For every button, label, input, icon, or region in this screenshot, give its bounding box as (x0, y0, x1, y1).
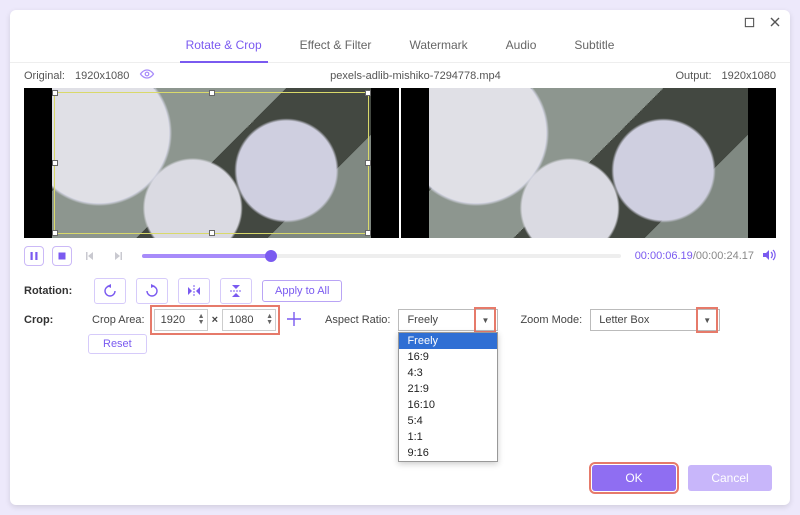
zoom-mode-select[interactable]: Letter Box ▼ (590, 309, 720, 331)
playback-controls: 00:00:06.19/00:00:24.17 (10, 238, 790, 270)
prev-frame-button[interactable] (80, 246, 100, 266)
aspect-ratio-dropdown[interactable]: Freely16:94:321:916:105:41:19:16 (398, 332, 498, 462)
pause-button[interactable] (24, 246, 44, 266)
crop-height-input[interactable]: 1080 ▲▼ (222, 309, 276, 331)
aspect-ratio-caret[interactable]: ▼ (477, 310, 493, 330)
aspect-option[interactable]: 4:3 (399, 365, 497, 381)
seek-slider[interactable] (142, 254, 621, 258)
crop-handle-bm[interactable] (209, 230, 215, 236)
original-resolution: 1920x1080 (75, 70, 129, 82)
preview-row (10, 88, 790, 238)
aspect-ratio-label: Aspect Ratio: (325, 314, 390, 326)
crop-handle-tr[interactable] (365, 90, 371, 96)
time-duration: 00:00:24.17 (696, 250, 754, 262)
maximize-button[interactable] (742, 15, 756, 29)
crop-handle-mr[interactable] (365, 160, 371, 166)
crop-multiply-icon: × (212, 314, 218, 326)
letterbox-right (371, 88, 399, 238)
close-button[interactable] (768, 15, 782, 29)
video-frame-right (401, 88, 776, 238)
cancel-button[interactable]: Cancel (688, 465, 772, 491)
crop-height-value: 1080 (229, 314, 253, 326)
apply-to-all-button[interactable]: Apply to All (262, 280, 342, 302)
crop-selection-box[interactable] (54, 92, 369, 234)
crop-label: Crop: (24, 314, 84, 326)
letterbox-right-out (748, 88, 776, 238)
zoom-mode-label: Zoom Mode: (520, 314, 582, 326)
crop-area-label: Crop Area: (92, 314, 145, 326)
stop-button[interactable] (52, 246, 72, 266)
crop-handle-br[interactable] (365, 230, 371, 236)
time-display: 00:00:06.19/00:00:24.17 (635, 250, 754, 262)
flip-vertical-button[interactable] (220, 278, 252, 304)
editor-window: Rotate & Crop Effect & Filter Watermark … (10, 10, 790, 505)
volume-icon[interactable] (762, 248, 776, 265)
original-label: Original: (24, 70, 65, 82)
titlebar (10, 10, 790, 34)
crop-row: Crop: Crop Area: 1920 ▲▼ × 1080 ▲▼ Aspec… (10, 306, 790, 334)
preview-original[interactable] (24, 88, 399, 238)
letterbox-left (24, 88, 52, 238)
aspect-option[interactable]: 16:10 (399, 397, 497, 413)
crop-handle-ml[interactable] (52, 160, 58, 166)
tab-bar: Rotate & Crop Effect & Filter Watermark … (10, 34, 790, 63)
info-bar: Original: 1920x1080 pexels-adlib-mishiko… (10, 63, 790, 88)
aspect-option[interactable]: 16:9 (399, 349, 497, 365)
output-resolution: 1920x1080 (722, 70, 776, 82)
aspect-option[interactable]: Freely (399, 333, 497, 349)
aspect-option[interactable]: 5:4 (399, 413, 497, 429)
aspect-option[interactable]: 1:1 (399, 429, 497, 445)
ok-button[interactable]: OK (592, 465, 676, 491)
tab-watermark[interactable]: Watermark (403, 34, 473, 56)
rotation-row: Rotation: Apply to All (10, 270, 790, 306)
seek-thumb[interactable] (265, 250, 277, 262)
crop-height-spinner[interactable]: ▲▼ (266, 314, 273, 326)
output-label: Output: (675, 70, 711, 82)
aspect-ratio-select[interactable]: Freely ▼ Freely16:94:321:916:105:41:19:1… (398, 309, 498, 331)
eye-icon[interactable] (139, 69, 155, 82)
next-frame-button[interactable] (108, 246, 128, 266)
tab-rotate-crop[interactable]: Rotate & Crop (180, 34, 268, 63)
crop-handle-bl[interactable] (52, 230, 58, 236)
preview-output (401, 88, 776, 238)
zoom-mode-caret[interactable]: ▼ (699, 310, 715, 330)
tab-audio[interactable]: Audio (500, 34, 543, 56)
aspect-option[interactable]: 21:9 (399, 381, 497, 397)
tab-subtitle[interactable]: Subtitle (568, 34, 620, 56)
crop-width-spinner[interactable]: ▲▼ (198, 314, 205, 326)
filename-label: pexels-adlib-mishiko-7294778.mp4 (165, 70, 665, 82)
time-current: 00:00:06.19 (635, 250, 693, 262)
tab-effect-filter[interactable]: Effect & Filter (294, 34, 378, 56)
crop-handle-tm[interactable] (209, 90, 215, 96)
rotation-label: Rotation: (24, 285, 84, 297)
crop-width-input[interactable]: 1920 ▲▼ (154, 309, 208, 331)
crop-width-value: 1920 (161, 314, 185, 326)
rotate-cw-button[interactable] (136, 278, 168, 304)
seek-fill (142, 254, 271, 258)
flip-horizontal-button[interactable] (178, 278, 210, 304)
aspect-option[interactable]: 9:16 (399, 445, 497, 461)
rotate-ccw-button[interactable] (94, 278, 126, 304)
reset-button[interactable]: Reset (88, 334, 147, 354)
crop-handle-tl[interactable] (52, 90, 58, 96)
letterbox-left-out (401, 88, 429, 238)
center-crop-icon[interactable] (285, 312, 303, 329)
zoom-mode-value: Letter Box (599, 314, 649, 326)
aspect-ratio-value: Freely (407, 314, 438, 326)
